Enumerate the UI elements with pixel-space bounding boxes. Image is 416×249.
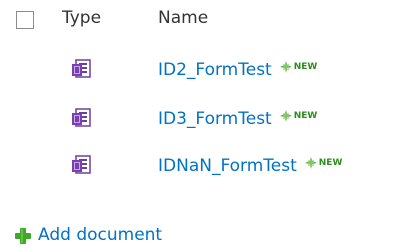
- infopath-form-icon[interactable]: [70, 153, 94, 177]
- plus-icon: [14, 227, 32, 245]
- document-link[interactable]: ID3_FormTest NEW: [158, 109, 317, 129]
- new-sparkle-icon: [279, 110, 292, 122]
- document-link[interactable]: IDNaN_FormTest NEW: [158, 156, 342, 176]
- column-header-name[interactable]: Name: [158, 8, 208, 28]
- list-item: IDNaN_FormTest NEW: [0, 153, 416, 193]
- new-badge: NEW: [279, 110, 317, 122]
- new-badge: NEW: [279, 61, 317, 73]
- list-item: ID3_FormTest NEW: [0, 106, 416, 146]
- new-badge: NEW: [304, 157, 342, 169]
- new-sparkle-icon: [279, 61, 292, 73]
- select-all-checkbox[interactable]: [16, 11, 34, 29]
- document-link[interactable]: ID2_FormTest NEW: [158, 60, 317, 80]
- infopath-form-icon[interactable]: [70, 106, 94, 130]
- list-item: ID2_FormTest NEW: [0, 57, 416, 97]
- column-header-type[interactable]: Type: [62, 8, 101, 28]
- add-document-link[interactable]: Add document: [14, 224, 234, 248]
- list-header: Type Name: [0, 0, 416, 42]
- add-document-label: Add document: [38, 225, 163, 245]
- infopath-form-icon[interactable]: [70, 57, 94, 81]
- new-sparkle-icon: [304, 157, 317, 169]
